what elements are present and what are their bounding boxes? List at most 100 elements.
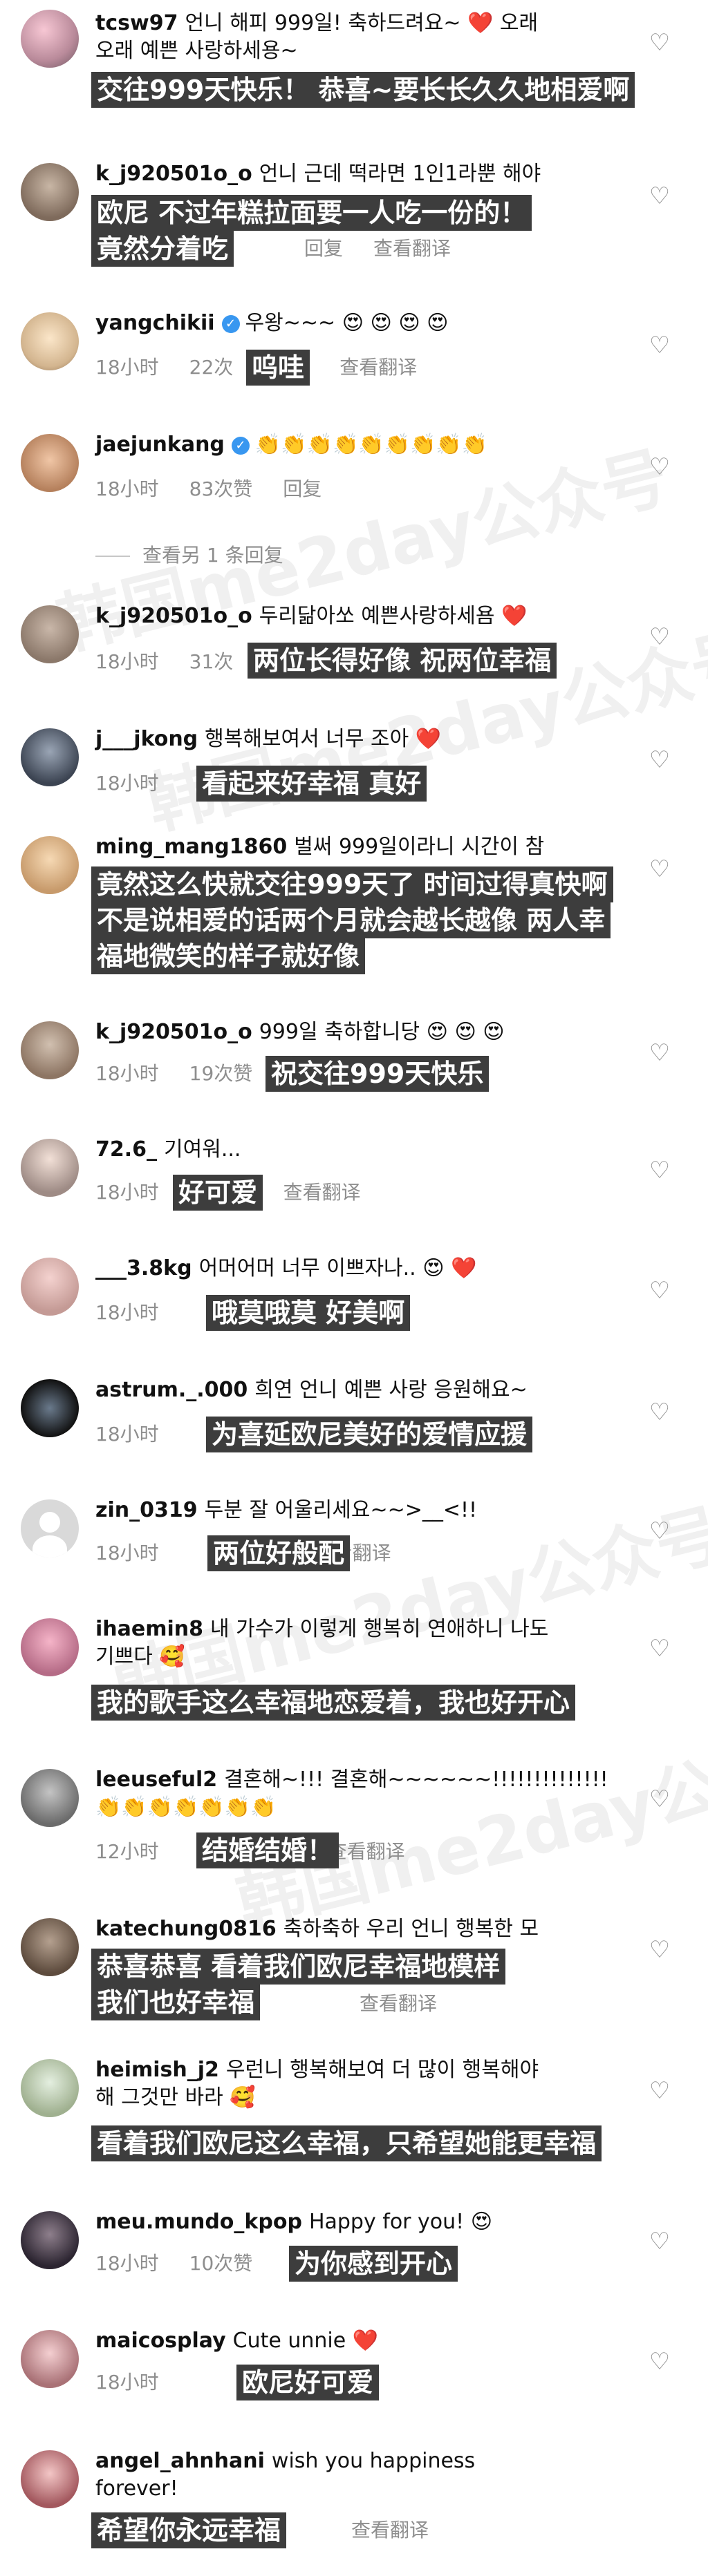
comment-text: 내 가수가 이렇게 행복히 연애하니 나도 xyxy=(210,1617,549,1641)
heart-icon[interactable]: ♡ xyxy=(647,1278,672,1303)
timestamp: 18小时 xyxy=(95,477,159,500)
username[interactable]: jaejunkang xyxy=(95,433,225,457)
like-count[interactable]: 10次赞 xyxy=(189,2252,253,2275)
view-replies-label: 查看另 1 条回复 xyxy=(142,544,283,567)
translate-button[interactable]: 查看翻译 xyxy=(339,356,417,379)
username[interactable]: zin_0319 xyxy=(95,1498,198,1522)
avatar[interactable] xyxy=(21,1618,79,1676)
translate-button[interactable]: 查看翻译 xyxy=(360,1992,437,2015)
heart-icon[interactable]: ♡ xyxy=(647,625,672,650)
heart-icon[interactable]: ♡ xyxy=(647,184,672,209)
avatar[interactable] xyxy=(21,2450,79,2508)
username[interactable]: yangchikii xyxy=(95,311,215,335)
timestamp: 18小时 xyxy=(95,1301,159,1324)
subtitle: 我们也好幸福 xyxy=(91,1985,261,2020)
username[interactable]: k_j920501o_o xyxy=(95,1020,252,1044)
heart-icon[interactable]: ♡ xyxy=(647,1519,672,1544)
heart-icon[interactable]: ♡ xyxy=(647,1158,672,1183)
username[interactable]: maicosplay xyxy=(95,2329,226,2353)
subtitle: 欧尼 不过年糕拉面要一人吃一份的！ xyxy=(91,195,532,231)
translate-button[interactable]: 查看翻译 xyxy=(373,237,451,260)
username[interactable]: 72.6_ xyxy=(95,1137,157,1162)
subtitle: 两位长得好像 祝两位幸福 xyxy=(248,643,557,679)
username[interactable]: k_j920501o_o xyxy=(95,604,252,628)
like-count[interactable]: 31次 xyxy=(189,650,234,673)
timestamp: 12小时 xyxy=(95,1840,159,1863)
heart-icon[interactable]: ♡ xyxy=(647,455,672,480)
heart-icon[interactable]: ♡ xyxy=(647,1400,672,1425)
reply-button[interactable]: 回复 xyxy=(304,237,343,260)
comment-text: 우런니 행복해보여 더 많이 행복해야 xyxy=(225,2058,539,2082)
username[interactable]: leeuseful2 xyxy=(95,1768,217,1792)
username[interactable]: tcsw97 xyxy=(95,11,178,35)
subtitle: 呜哇 xyxy=(246,350,310,386)
subtitle: 为你感到开心 xyxy=(289,2246,458,2282)
subtitle: 交往999天快乐！ 恭喜~要长长久久地相爱啊 xyxy=(91,72,635,108)
heart-icon[interactable]: ♡ xyxy=(647,1636,672,1661)
timestamp: 18小时 xyxy=(95,356,159,379)
timestamp: 18小时 xyxy=(95,650,159,673)
avatar[interactable] xyxy=(21,312,79,370)
username[interactable]: ming_mang1860 xyxy=(95,835,287,859)
avatar[interactable] xyxy=(21,2059,79,2117)
watermark: 韩国me2day公众号 xyxy=(229,1716,708,1943)
avatar[interactable] xyxy=(21,605,79,663)
comment-text: wish you happiness xyxy=(271,2449,476,2473)
avatar[interactable] xyxy=(21,434,79,492)
timestamp: 18小时 xyxy=(95,1423,159,1446)
username[interactable]: ihaemin8 xyxy=(95,1617,203,1641)
avatar[interactable] xyxy=(21,1769,79,1827)
avatar[interactable] xyxy=(21,1379,79,1437)
timestamp: 18小时 xyxy=(95,1181,159,1204)
avatar[interactable] xyxy=(21,2330,79,2388)
username[interactable]: meu.mundo_kpop xyxy=(95,2210,302,2234)
like-count[interactable]: 22次 xyxy=(189,356,234,379)
heart-icon[interactable]: ♡ xyxy=(647,2229,672,2254)
avatar[interactable] xyxy=(21,10,79,68)
heart-icon[interactable]: ♡ xyxy=(647,748,672,773)
username[interactable]: k_j920501o_o xyxy=(95,162,252,186)
heart-icon[interactable]: ♡ xyxy=(647,30,672,55)
heart-icon[interactable]: ♡ xyxy=(647,2349,672,2374)
avatar[interactable] xyxy=(21,1258,79,1316)
comment-text: 언니 근데 떡라면 1인1라뿐 해야 xyxy=(259,162,541,186)
username[interactable]: astrum._.000 xyxy=(95,1378,248,1402)
subtitle: 希望你永远幸福 xyxy=(91,2512,287,2548)
avatar[interactable] xyxy=(21,1918,79,1976)
avatar[interactable] xyxy=(21,2211,79,2269)
comment-text: 우왕~~~ 😍 😍 😍 😍 xyxy=(245,311,449,335)
username[interactable]: heimish_j2 xyxy=(95,2058,219,2082)
heart-icon[interactable]: ♡ xyxy=(647,1938,672,1962)
translate-button[interactable]: 查看翻译 xyxy=(328,1840,405,1863)
username[interactable]: ___3.8kg xyxy=(95,1256,192,1280)
heart-icon[interactable]: ♡ xyxy=(647,333,672,358)
comment-text: 축하축하 우리 언니 행복한 모 xyxy=(283,1917,539,1941)
subtitle: 我的歌手这么幸福地恋爱着，我也好开心 xyxy=(91,1685,576,1721)
heart-icon[interactable]: ♡ xyxy=(647,1041,672,1066)
avatar[interactable] xyxy=(21,1499,79,1557)
timestamp: 18小时 xyxy=(95,2252,159,2275)
avatar[interactable] xyxy=(21,1139,79,1197)
heart-icon[interactable]: ♡ xyxy=(647,2078,672,2103)
avatar[interactable] xyxy=(21,163,79,221)
username[interactable]: j___jkong xyxy=(95,727,198,751)
subtitle: 哦莫哦莫 好美啊 xyxy=(206,1295,411,1331)
subtitle: 为喜延欧尼美好的爱情应援 xyxy=(206,1417,533,1452)
heart-icon[interactable]: ♡ xyxy=(647,1787,672,1812)
avatar[interactable] xyxy=(21,836,79,894)
avatar[interactable] xyxy=(21,1021,79,1079)
translate-button[interactable]: 查看翻译 xyxy=(283,1181,361,1204)
view-replies-button[interactable]: 查看另 1 条回复 xyxy=(95,542,283,569)
translate-button[interactable]: 查看翻译 xyxy=(351,2519,429,2541)
comment-text: 언니 해피 999일! 축하드려요~ ❤️ 오래 xyxy=(185,11,539,35)
username[interactable]: angel_ahnhani xyxy=(95,2449,265,2473)
timestamp: 18小时 xyxy=(95,1062,159,1085)
username[interactable]: katechung0816 xyxy=(95,1917,277,1941)
avatar[interactable] xyxy=(21,728,79,786)
like-count[interactable]: 19次赞 xyxy=(189,1062,253,1085)
reply-button[interactable]: 回复 xyxy=(283,477,322,500)
comment-text: forever! xyxy=(95,2476,178,2501)
heart-icon[interactable]: ♡ xyxy=(647,857,672,882)
like-count[interactable]: 83次赞 xyxy=(189,477,253,500)
subtitle: 竟然分着吃 xyxy=(91,231,234,267)
